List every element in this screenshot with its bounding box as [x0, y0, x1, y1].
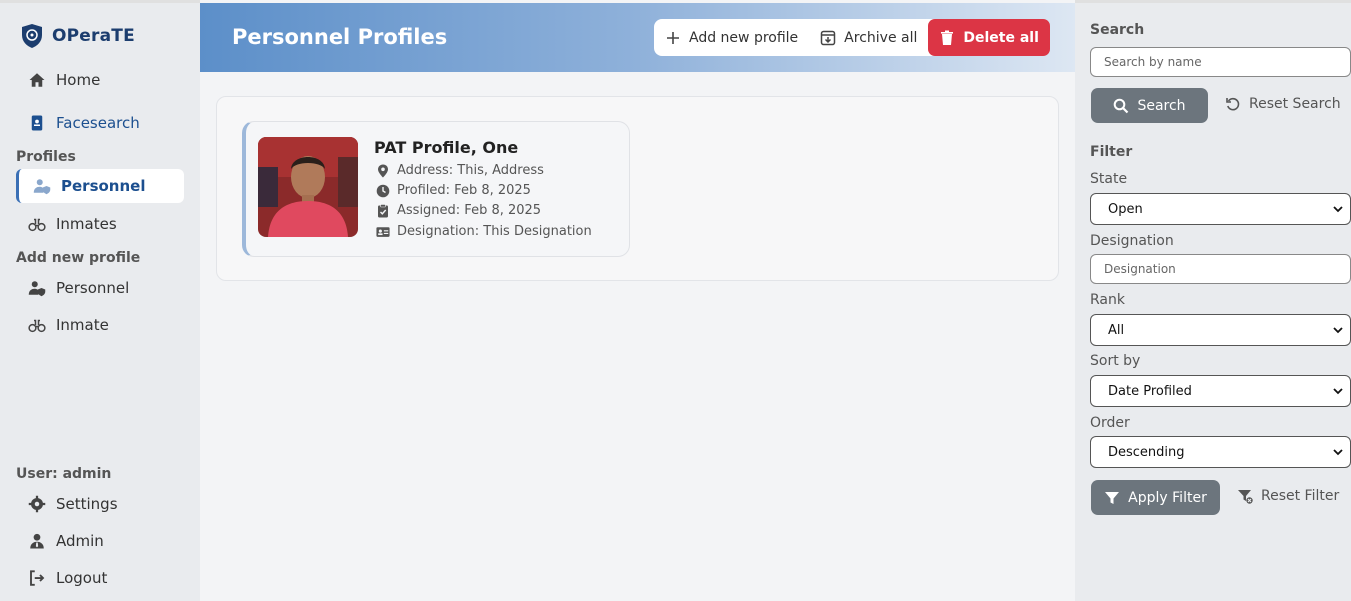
- user-shield-icon: [33, 179, 51, 195]
- map-pin-icon: [378, 164, 388, 177]
- sidebar-item-admin[interactable]: Admin: [16, 524, 184, 558]
- delete-all-label: Delete all: [963, 29, 1039, 46]
- profiles-panel: PAT Profile, One Address: This, Address …: [216, 96, 1059, 281]
- designation-placeholder: Designation: [1104, 262, 1176, 276]
- search-placeholder: Search by name: [1104, 55, 1202, 69]
- profiles-heading: Profiles: [16, 149, 76, 165]
- search-input[interactable]: Search by name: [1090, 47, 1351, 77]
- sidebar-item-add-personnel[interactable]: Personnel: [16, 271, 184, 305]
- profile-photo: [258, 137, 358, 237]
- rank-select[interactable]: All: [1090, 314, 1351, 346]
- profile-profiled-text: Profiled: Feb 8, 2025: [397, 183, 531, 198]
- state-select-value: Open: [1108, 201, 1143, 217]
- sort-label: Sort by: [1090, 353, 1141, 369]
- state-label: State: [1090, 171, 1128, 187]
- id-badge-icon: [31, 115, 43, 131]
- designation-label: Designation: [1090, 233, 1174, 249]
- profile-designation: Designation: This Designation: [376, 224, 592, 239]
- profile-address: Address: This, Address: [376, 163, 544, 178]
- sidebar-item-settings[interactable]: Settings: [16, 487, 184, 521]
- sidebar-item-inmates[interactable]: Inmates: [16, 207, 184, 241]
- filter-icon: [1105, 491, 1120, 504]
- rank-label: Rank: [1090, 292, 1125, 308]
- chevron-down-icon: [1333, 206, 1343, 213]
- add-new-profile-button[interactable]: Add new profile: [654, 19, 809, 56]
- page-header: Personnel Profiles Add new profile Archi…: [200, 3, 1075, 72]
- header-toolbar: Add new profile Archive all Delete all: [654, 19, 1050, 56]
- chevron-down-icon: [1333, 327, 1343, 334]
- search-button[interactable]: Search: [1091, 88, 1208, 123]
- brand-name: OPeraTE: [52, 26, 135, 46]
- filter-heading: Filter: [1090, 144, 1133, 160]
- chevron-down-icon: [1333, 388, 1343, 395]
- add-new-profile-label: Add new profile: [689, 29, 799, 46]
- profile-address-text: Address: This, Address: [397, 163, 544, 178]
- profile-name: PAT Profile, One: [374, 138, 519, 157]
- order-label: Order: [1090, 415, 1130, 431]
- add-profile-heading: Add new profile: [16, 250, 141, 266]
- archive-icon: [820, 30, 836, 45]
- user-shield-icon: [28, 281, 46, 297]
- apply-filter-button[interactable]: Apply Filter: [1091, 480, 1220, 515]
- sidebar-item-facesearch[interactable]: Facesearch: [16, 106, 184, 140]
- sidebar-item-label: Logout: [56, 569, 108, 587]
- sort-select-value: Date Profiled: [1108, 383, 1192, 399]
- id-card-icon: [376, 226, 390, 237]
- profile-card[interactable]: PAT Profile, One Address: This, Address …: [242, 121, 630, 257]
- trash-icon: [941, 30, 954, 45]
- sidebar-item-label: Home: [56, 71, 101, 89]
- clock-icon: [376, 184, 390, 197]
- search-heading: Search: [1090, 22, 1145, 38]
- clipboard-check-icon: [378, 203, 388, 217]
- archive-all-label: Archive all: [844, 29, 918, 46]
- sidebar-item-label: Personnel: [56, 279, 130, 297]
- sidebar-item-home[interactable]: Home: [16, 63, 184, 97]
- apply-filter-label: Apply Filter: [1128, 489, 1207, 506]
- undo-icon: [1226, 97, 1240, 111]
- sidebar-item-label: Facesearch: [56, 114, 140, 132]
- sidebar-item-label: Admin: [56, 532, 104, 550]
- order-select[interactable]: Descending: [1090, 436, 1351, 468]
- sidebar-item-label: Inmates: [56, 215, 117, 233]
- designation-input[interactable]: Designation: [1090, 254, 1351, 284]
- profile-assigned-date: Assigned: Feb 8, 2025: [376, 203, 541, 218]
- sidebar-item-personnel[interactable]: Personnel: [16, 169, 184, 203]
- shield-logo-icon: [22, 24, 42, 48]
- chevron-down-icon: [1333, 449, 1343, 456]
- order-select-value: Descending: [1108, 444, 1185, 460]
- search-icon: [1114, 98, 1129, 113]
- sort-select[interactable]: Date Profiled: [1090, 375, 1351, 407]
- reset-search-button[interactable]: Reset Search: [1225, 96, 1341, 112]
- sidebar: OPeraTE Home Facesearch Profiles Personn…: [0, 0, 200, 601]
- sidebar-item-logout[interactable]: Logout: [16, 561, 184, 595]
- gear-icon: [28, 495, 46, 513]
- binoculars-icon: [28, 319, 46, 333]
- user-heading: User: admin: [16, 466, 112, 482]
- home-icon: [29, 73, 45, 87]
- plus-icon: [667, 31, 679, 44]
- reset-filter-button[interactable]: Reset Filter: [1237, 488, 1339, 504]
- profile-designation-text: Designation: This Designation: [397, 224, 592, 239]
- sidebar-item-label: Settings: [56, 495, 118, 513]
- logout-icon: [30, 570, 45, 586]
- reset-search-label: Reset Search: [1249, 96, 1341, 112]
- archive-all-button[interactable]: Archive all: [809, 19, 928, 56]
- sidebar-item-label: Inmate: [56, 316, 109, 334]
- delete-all-button[interactable]: Delete all: [928, 19, 1050, 56]
- state-select[interactable]: Open: [1090, 193, 1351, 225]
- rank-select-value: All: [1108, 322, 1125, 338]
- filter-panel: Search Search by name Search Reset Searc…: [1075, 0, 1351, 601]
- reset-filter-label: Reset Filter: [1261, 488, 1340, 504]
- sidebar-item-label: Personnel: [61, 177, 146, 195]
- binoculars-icon: [28, 218, 46, 232]
- page-title: Personnel Profiles: [232, 25, 448, 49]
- brand[interactable]: OPeraTE: [20, 23, 135, 49]
- filter-reset-icon: [1238, 490, 1253, 504]
- profile-profiled-date: Profiled: Feb 8, 2025: [376, 183, 531, 198]
- sidebar-item-add-inmate[interactable]: Inmate: [16, 308, 184, 342]
- profile-assigned-text: Assigned: Feb 8, 2025: [397, 203, 542, 218]
- search-button-label: Search: [1137, 97, 1186, 114]
- user-tie-icon: [30, 533, 44, 549]
